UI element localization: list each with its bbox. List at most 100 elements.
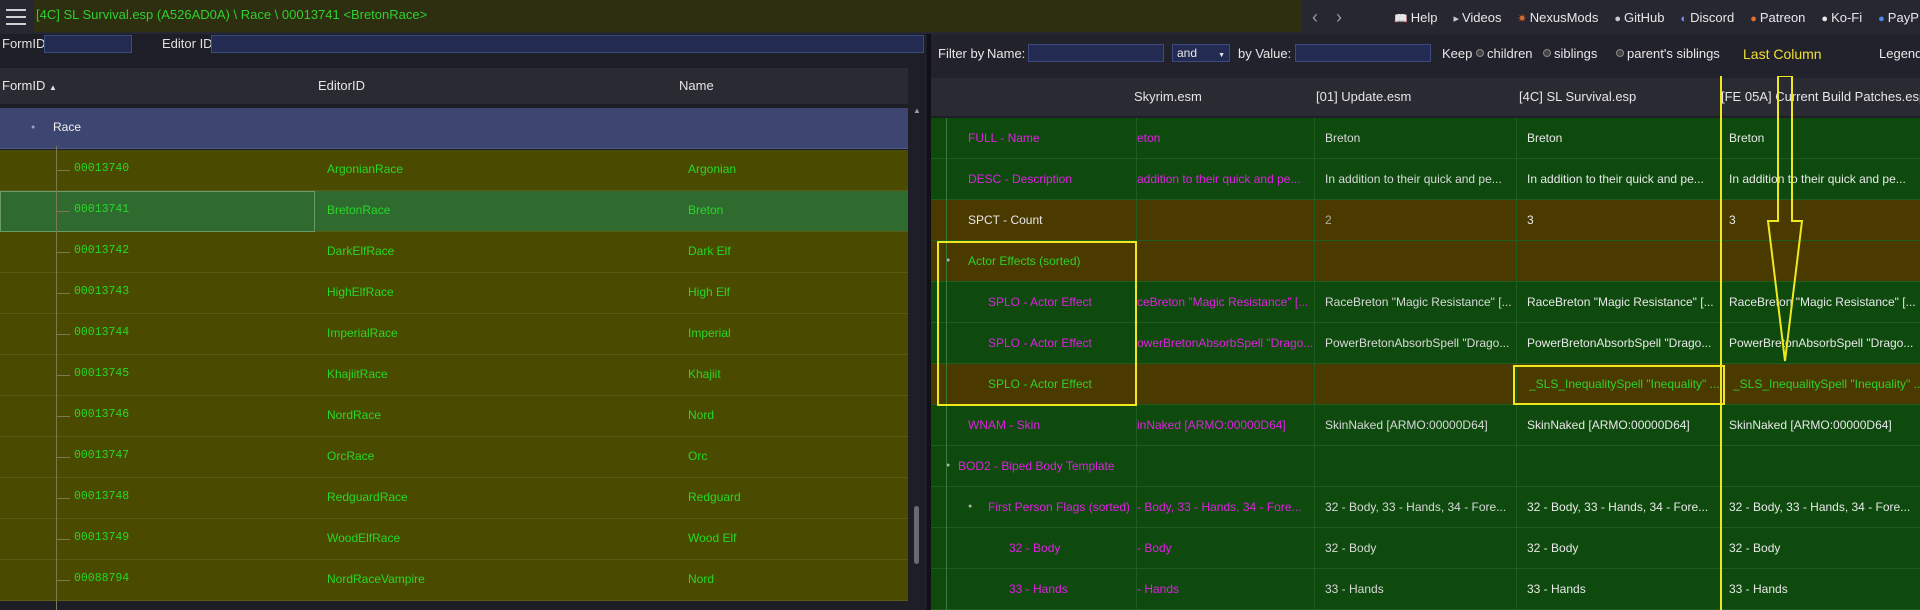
left-tree-header: FormID ▲ EditorID Name — [0, 68, 908, 104]
tree-guide-line — [56, 146, 57, 610]
row-name: Imperial — [688, 326, 731, 340]
row-label: First Person Flags (sorted) — [988, 500, 1131, 514]
annotation-box-inequality-spell — [1513, 365, 1725, 405]
category-label: Race — [53, 120, 82, 134]
value-filter-input[interactable] — [1295, 44, 1431, 62]
row-editorid: RedguardRace — [327, 490, 408, 504]
table-row[interactable]: 00013742 DarkElfRace Dark Elf — [0, 232, 908, 273]
cell-value: - Hands — [1137, 582, 1180, 596]
record-row[interactable]: ● BOD2 - Biped Body Template — [931, 446, 1920, 487]
row-name: Breton — [688, 203, 724, 217]
cell-value: Breton — [1527, 131, 1563, 145]
left-filter-bar: FormID Editor ID — [0, 34, 927, 54]
table-row[interactable]: 00013746 NordRace Nord — [0, 396, 908, 437]
table-row[interactable]: 00013744 ImperialRace Imperial — [0, 314, 908, 355]
cell-value: SkinNaked [ARMO:00000D64] — [1325, 418, 1488, 432]
record-row[interactable]: ● First Person Flags (sorted) - Body, 33… — [931, 487, 1920, 528]
row-label: SPCT - Count — [968, 213, 1043, 227]
scroll-up-icon[interactable]: ▲ — [913, 106, 921, 115]
row-editorid: ArgonianRace — [327, 162, 404, 176]
cell-value: eton — [1137, 131, 1161, 145]
table-row[interactable]: 00013748 RedguardRace Redguard — [0, 478, 908, 519]
annotation-last-column-line — [1720, 76, 1722, 610]
row-formid: 00013742 — [74, 244, 130, 257]
discord-icon: ◐ — [1680, 12, 1688, 25]
column-header-formid[interactable]: FormID ▲ — [2, 78, 57, 93]
record-row[interactable]: 33 - Hands - Hands 33 - Hands 33 - Hands… — [931, 569, 1920, 610]
nexusmods-link[interactable]: ✷ NexusMods — [1518, 10, 1599, 25]
row-formid: 00013748 — [74, 490, 130, 503]
column-header-editorid[interactable]: EditorID — [318, 78, 365, 93]
name-filter-input[interactable] — [1028, 44, 1164, 62]
annotation-down-arrow-icon — [1766, 76, 1804, 362]
patreon-link[interactable]: ● Patreon — [1750, 10, 1805, 25]
table-row[interactable]: 00013745 KhajiitRace Khajiit — [0, 355, 908, 396]
cell-value: 32 - Body — [1729, 541, 1781, 555]
left-scrollbar[interactable]: ▲ — [908, 68, 927, 610]
cell-value: RaceBreton "Magic Resistance" [... — [1729, 295, 1916, 309]
annotation-box-actor-effects — [937, 241, 1137, 406]
formid-filter-input[interactable] — [44, 35, 132, 53]
parents-siblings-radio[interactable] — [1616, 49, 1624, 57]
row-editorid: HighElfRace — [327, 285, 394, 299]
tree-category-race[interactable]: ● Race — [0, 108, 908, 149]
column-header-sl-survival[interactable]: [4C] SL Survival.esp — [1519, 89, 1636, 104]
record-row[interactable]: WNAM - Skin inNaked [ARMO:00000D64] Skin… — [931, 405, 1920, 446]
table-row[interactable]: 00013743 HighElfRace High Elf — [0, 273, 908, 314]
record-row[interactable]: 32 - Body - Body 32 - Body 32 - Body 32 … — [931, 528, 1920, 569]
table-row[interactable]: 00013749 WoodElfRace Wood Elf — [0, 519, 908, 560]
discord-link[interactable]: ◐ Discord — [1680, 10, 1734, 25]
column-header-name[interactable]: Name — [679, 78, 714, 93]
back-arrow-icon[interactable]: ‹ — [1312, 7, 1318, 28]
siblings-radio[interactable] — [1543, 49, 1551, 57]
row-formid: 00013743 — [74, 285, 130, 298]
help-link[interactable]: 📖 Help — [1394, 10, 1437, 25]
table-row[interactable]: 00013747 OrcRace Orc — [0, 437, 908, 478]
operator-dropdown[interactable]: and ▼ — [1172, 44, 1230, 62]
cell-value: SkinNaked [ARMO:00000D64] — [1729, 418, 1892, 432]
cell-value: SkinNaked [ARMO:00000D64] — [1527, 418, 1690, 432]
kofi-icon: ● — [1821, 12, 1829, 25]
hamburger-menu-icon[interactable] — [6, 9, 26, 25]
cell-value: owerBretonAbsorbSpell "Drago... — [1137, 336, 1314, 350]
collapse-icon[interactable]: ● — [31, 124, 35, 131]
row-formid: 00013741 — [74, 203, 130, 216]
legend-button[interactable]: Legend — [1879, 46, 1920, 61]
cell-value: 2 — [1325, 213, 1332, 227]
editorid-filter-input[interactable] — [211, 35, 924, 53]
last-column-annotation: Last Column — [1743, 46, 1822, 62]
row-label: FULL - Name — [968, 131, 1040, 145]
column-header-skyrim[interactable]: Skyrim.esm — [1134, 89, 1202, 104]
name-filter-label: Name: — [987, 46, 1026, 61]
videos-link[interactable]: ▸ Videos — [1453, 10, 1501, 25]
paypal-link[interactable]: ● PayP — [1878, 10, 1919, 25]
table-row[interactable]: 00013740 ArgonianRace Argonian — [0, 150, 908, 191]
cell-value: In addition to their quick and pe... — [1729, 172, 1906, 186]
parents-siblings-label: parent's siblings — [1627, 46, 1720, 61]
video-icon: ▸ — [1453, 12, 1459, 25]
row-label: WNAM - Skin — [968, 418, 1040, 432]
forward-arrow-icon[interactable]: › — [1336, 7, 1342, 28]
formid-filter-label: FormID — [2, 36, 46, 51]
collapse-icon[interactable]: ● — [968, 503, 972, 510]
row-editorid: OrcRace — [327, 449, 375, 463]
top-links: 📖 Help ▸ Videos ✷ NexusMods ● GitHub ◐ Discor… — [1394, 0, 1919, 34]
column-separator — [1516, 118, 1517, 610]
children-radio[interactable] — [1476, 49, 1484, 57]
kofi-link[interactable]: ● Ko-Fi — [1821, 10, 1862, 25]
paypal-icon: ● — [1878, 12, 1885, 25]
table-row[interactable]: 00088794 NordRaceVampire Nord — [0, 560, 908, 601]
scrollbar-thumb[interactable] — [914, 506, 919, 564]
value-filter-label: by Value: — [1238, 46, 1292, 61]
cell-value: PowerBretonAbsorbSpell "Drago... — [1729, 336, 1914, 350]
column-header-update[interactable]: [01] Update.esm — [1316, 89, 1411, 104]
row-editorid: DarkElfRace — [327, 244, 395, 258]
cell-value: 32 - Body — [1527, 541, 1579, 555]
cell-value: addition to their quick and pe... — [1137, 172, 1301, 186]
row-name: Orc — [688, 449, 708, 463]
table-row-selected[interactable]: 00013741 BretonRace Breton — [0, 191, 908, 232]
cell-value: In addition to their quick and pe... — [1325, 172, 1502, 186]
column-header-current-build-patches[interactable]: [FE 05A] Current Build Patches.esp — [1721, 89, 1920, 104]
github-link[interactable]: ● GitHub — [1614, 10, 1664, 25]
row-formid: 00013745 — [74, 367, 130, 380]
